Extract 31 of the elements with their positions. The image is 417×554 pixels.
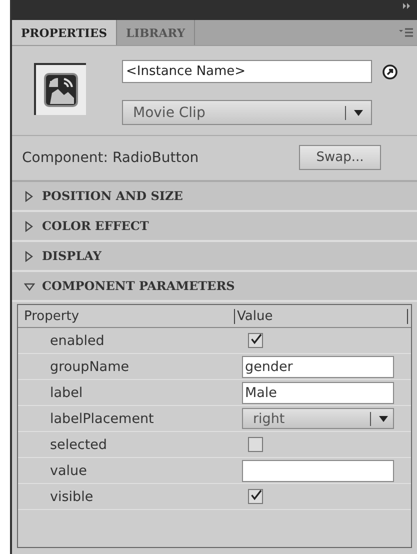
- property-name: value: [49, 462, 88, 478]
- symbol-type-dropdown[interactable]: Movie Clip: [122, 100, 372, 125]
- value-field[interactable]: Male: [242, 382, 394, 404]
- section-header[interactable]: COMPONENT PARAMETERS: [12, 272, 417, 302]
- checkbox[interactable]: [248, 437, 263, 452]
- checkbox[interactable]: [248, 333, 263, 348]
- component-symbol-icon: [34, 63, 86, 115]
- instance-name-field[interactable]: <Instance Name>: [122, 60, 372, 83]
- property-name: selected: [49, 436, 108, 452]
- section-header[interactable]: POSITION AND SIZE: [12, 182, 417, 212]
- swap-button[interactable]: Swap...: [299, 145, 381, 170]
- property-name: label: [49, 384, 84, 400]
- tab[interactable]: PROPERTIES: [12, 20, 117, 45]
- dropdown-arrow-icon: [354, 110, 363, 116]
- property-name: visible: [49, 488, 94, 504]
- value-field[interactable]: [242, 460, 394, 482]
- value-dropdown[interactable]: right: [242, 408, 394, 429]
- column-header: Value: [234, 308, 408, 324]
- dropdown-arrow-icon: [379, 416, 388, 422]
- section-header[interactable]: DISPLAY: [12, 242, 417, 272]
- arrow-circle-icon[interactable]: [382, 64, 398, 80]
- double-arrow-icon[interactable]: [403, 3, 411, 9]
- checkbox[interactable]: [248, 489, 263, 504]
- component-label: Component: RadioButton: [22, 150, 199, 166]
- property-name: groupName: [49, 358, 130, 374]
- value-field[interactable]: gender: [242, 356, 394, 378]
- column-header: Property: [23, 308, 80, 324]
- panel-menu-icon[interactable]: [399, 28, 413, 37]
- property-name: labelPlacement: [49, 410, 155, 426]
- property-name: enabled: [49, 332, 106, 348]
- section-header[interactable]: COLOR EFFECT: [12, 212, 417, 242]
